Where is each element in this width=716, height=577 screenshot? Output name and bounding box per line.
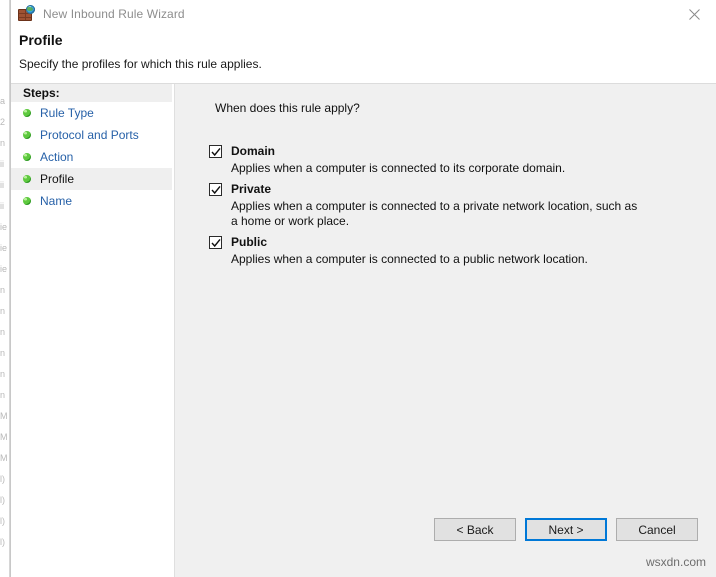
option-public-header[interactable]: Public <box>209 235 696 249</box>
sidebar-item-rule-type[interactable]: Rule Type <box>11 102 173 124</box>
option-domain-header[interactable]: Domain <box>209 144 696 158</box>
sidebar-item-label: Action <box>40 150 73 164</box>
sidebar-item-label: Rule Type <box>40 106 94 120</box>
step-bullet-icon <box>23 175 31 183</box>
wizard-header: Profile Specify the profiles for which t… <box>11 28 716 84</box>
step-bullet-icon <box>23 197 31 205</box>
steps-sidebar: Steps: Rule Type Protocol and Ports Acti… <box>11 84 174 577</box>
back-button[interactable]: < Back <box>434 518 516 541</box>
sidebar-item-label: Profile <box>40 172 74 186</box>
option-domain-description: Applies when a computer is connected to … <box>231 161 639 176</box>
step-bullet-icon <box>23 153 31 161</box>
wizard-body: Steps: Rule Type Protocol and Ports Acti… <box>11 84 716 577</box>
option-public-label: Public <box>231 235 267 249</box>
option-public: Public Applies when a computer is connec… <box>209 235 696 267</box>
option-domain-label: Domain <box>231 144 275 158</box>
page-subtitle: Specify the profiles for which this rule… <box>19 57 716 71</box>
new-inbound-rule-wizard-dialog: New Inbound Rule Wizard Profile Specify … <box>10 0 716 577</box>
globe-shape <box>26 5 35 14</box>
firewall-globe-icon <box>18 6 34 22</box>
sidebar-divider <box>172 84 173 577</box>
window-title: New Inbound Rule Wizard <box>43 7 185 21</box>
sidebar-item-action[interactable]: Action <box>11 146 173 168</box>
watermark: wsxdn.com <box>646 555 706 569</box>
content-panel: When does this rule apply? Domain Applie… <box>174 84 716 577</box>
content-question: When does this rule apply? <box>215 101 360 115</box>
profile-options-group: Domain Applies when a computer is connec… <box>209 144 696 273</box>
option-private-header[interactable]: Private <box>209 182 696 196</box>
close-icon[interactable] <box>672 0 716 28</box>
dialog-button-bar: < Back Next > Cancel <box>434 518 698 541</box>
next-button[interactable]: Next > <box>525 518 607 541</box>
sidebar-item-label: Protocol and Ports <box>40 128 139 142</box>
steps-header: Steps: <box>11 84 173 102</box>
option-public-description: Applies when a computer is connected to … <box>231 252 639 267</box>
checkbox-public[interactable] <box>209 236 222 249</box>
sidebar-item-name[interactable]: Name <box>11 190 173 212</box>
step-bullet-icon <box>23 131 31 139</box>
cancel-button[interactable]: Cancel <box>616 518 698 541</box>
title-bar: New Inbound Rule Wizard <box>11 0 716 28</box>
checkbox-domain[interactable] <box>209 145 222 158</box>
sidebar-item-label: Name <box>40 194 72 208</box>
page-title: Profile <box>19 32 716 48</box>
option-domain: Domain Applies when a computer is connec… <box>209 144 696 176</box>
option-private-label: Private <box>231 182 271 196</box>
sidebar-item-protocol-and-ports[interactable]: Protocol and Ports <box>11 124 173 146</box>
step-bullet-icon <box>23 109 31 117</box>
option-private-description: Applies when a computer is connected to … <box>231 199 643 229</box>
option-private: Private Applies when a computer is conne… <box>209 182 696 229</box>
checkbox-private[interactable] <box>209 183 222 196</box>
sidebar-item-profile[interactable]: Profile <box>11 168 173 190</box>
